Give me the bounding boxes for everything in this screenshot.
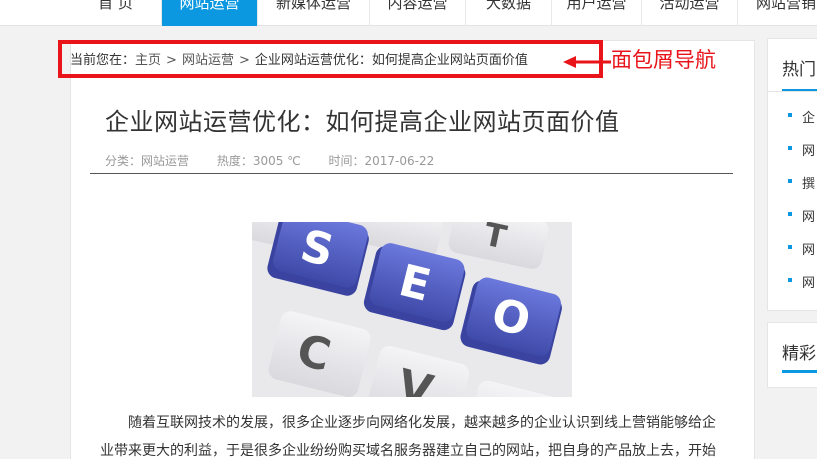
bullet-icon (788, 212, 792, 216)
article-time: 时间：2017-06-22 (328, 154, 435, 168)
sidebar-hot-title: 热门 (782, 60, 816, 80)
nav-item-content[interactable]: 内容运营 (370, 0, 466, 26)
nav-item-activity[interactable]: 活动运营 (642, 0, 738, 26)
bullet-icon (788, 146, 792, 150)
sidebar-hot-item[interactable]: 企 (788, 107, 815, 126)
sidebar-hot-item[interactable]: 网 (788, 272, 815, 291)
sidebar-featured-panel: 精彩 (767, 322, 817, 388)
article-paragraph-line: 随着互联网技术的发展，很多企业逐步向网络化发展，越来越多的企业认识到线上营销能够… (128, 415, 716, 431)
article-paragraph-line: 业带来更大的利益，于是很多企业纷纷购买域名服务器建立自己的网站，把自身的产品放上… (100, 443, 716, 459)
sidebar-hot-item[interactable]: 网 (788, 140, 815, 159)
annotation-label: 面包屑导航 (611, 48, 716, 72)
sidebar-hot-item[interactable]: 撰 (788, 173, 815, 192)
sidebar-hot-item[interactable]: 网 (788, 206, 815, 225)
article-meta: 分类：网站运营 热度：3005 ℃ 时间：2017-06-22 (105, 152, 458, 169)
top-navigation: 首 页 网站运营 新媒体运营 内容运营 大数据 用户运营 活动运营 网站营销 (0, 0, 817, 26)
nav-item-marketing[interactable]: 网站营销 (738, 0, 817, 26)
bullet-icon (788, 278, 792, 282)
title-divider (90, 173, 733, 174)
sidebar-featured-title: 精彩 (782, 344, 816, 364)
sidebar-hot-panel: 热门 企 网 撰 网 网 网 (767, 38, 817, 311)
sidebar-title-underline (782, 370, 817, 373)
nav-item-new-media[interactable]: 新媒体运营 (258, 0, 370, 26)
bullet-icon (788, 113, 792, 117)
annotation-arrow-icon (563, 56, 611, 68)
nav-item-website-operation[interactable]: 网站运营 (162, 0, 258, 26)
nav-item-user[interactable]: 用户运营 (552, 0, 642, 26)
bullet-icon (788, 179, 792, 183)
nav-item-big-data[interactable]: 大数据 (466, 0, 552, 26)
annotation-highlight-box (58, 40, 603, 78)
article-heat: 热度：3005 ℃ (216, 154, 301, 168)
article-title: 企业网站运营优化：如何提高企业网站页面价值 (105, 108, 620, 136)
article-category[interactable]: 分类：网站运营 (105, 154, 189, 168)
nav-item-home[interactable]: 首 页 (70, 0, 162, 26)
sidebar-divider (768, 91, 817, 92)
seo-keyboard-image: T S E O C V A (252, 222, 572, 397)
sidebar-hot-item[interactable]: 网 (788, 239, 815, 258)
bullet-icon (788, 245, 792, 249)
